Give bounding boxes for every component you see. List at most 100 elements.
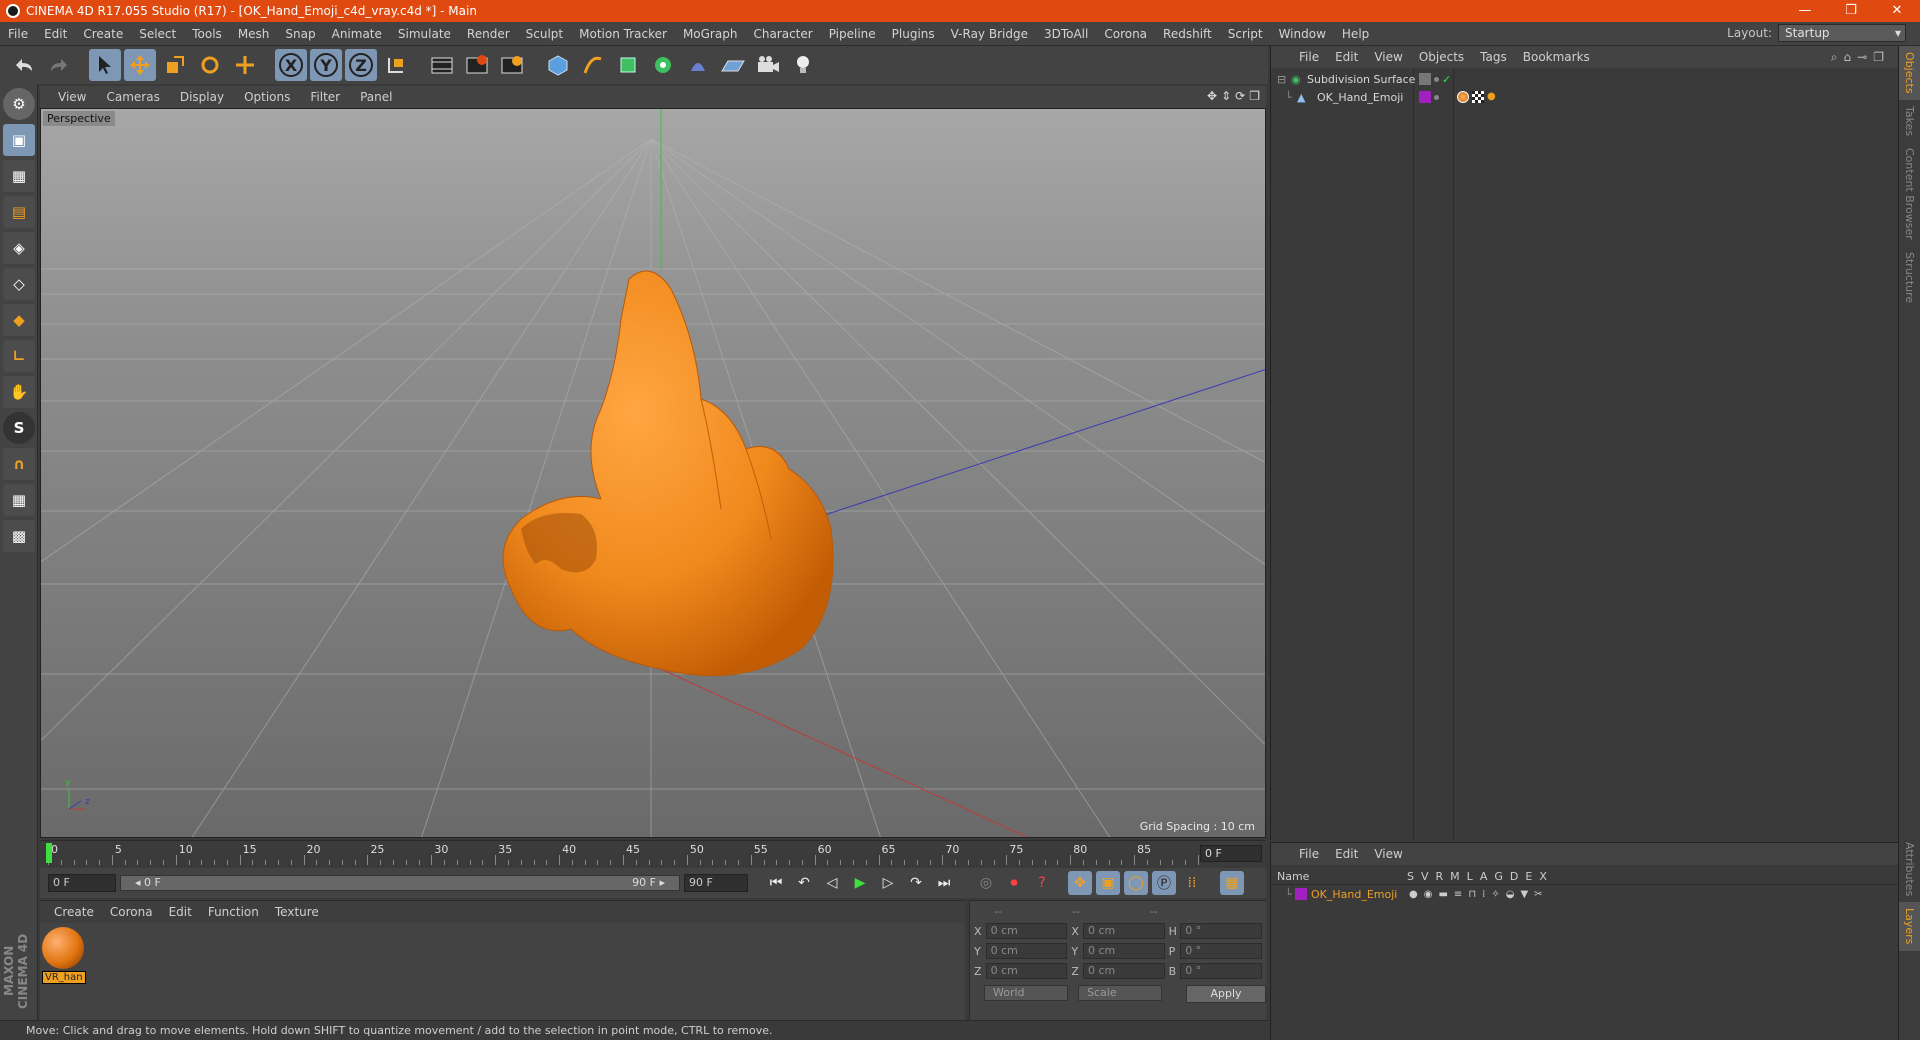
manager-icon[interactable]: ≡: [1454, 889, 1462, 900]
menu-window[interactable]: Window: [1271, 27, 1334, 41]
points-mode-icon[interactable]: ◈: [3, 232, 35, 264]
object-row-ok-hand-emoji[interactable]: └ ▲ OK_Hand_Emoji ●: [1271, 88, 1898, 106]
menu-create[interactable]: Create: [75, 27, 131, 41]
play-backwards-icon[interactable]: ◁: [820, 871, 844, 895]
rotate-tool[interactable]: [194, 49, 226, 81]
objects-menu-bookmarks[interactable]: Bookmarks: [1515, 50, 1598, 64]
material-tag-icon[interactable]: [1457, 91, 1469, 103]
tab-structure[interactable]: Structure: [1899, 246, 1920, 309]
render-settings-icon[interactable]: [496, 49, 528, 81]
polygons-mode-icon[interactable]: ◆: [3, 304, 35, 336]
menu-select[interactable]: Select: [131, 27, 184, 41]
render-clapper-icon[interactable]: ▬: [1438, 889, 1447, 900]
tweak-mode-icon[interactable]: ✋: [3, 376, 35, 408]
material-menu-edit[interactable]: Edit: [161, 905, 200, 919]
camera-icon[interactable]: [752, 49, 784, 81]
menu-redshift[interactable]: Redshift: [1155, 27, 1220, 41]
record-disabled-icon[interactable]: ◎: [974, 871, 998, 895]
object-name[interactable]: OK_Hand_Emoji: [1317, 91, 1403, 104]
model-mode-icon[interactable]: ▣: [3, 124, 35, 156]
uvw-tag-icon[interactable]: [1472, 91, 1484, 103]
scale-mode-select[interactable]: Scale: [1078, 985, 1162, 1001]
layer-flag-solo[interactable]: S: [1407, 870, 1414, 883]
layer-flag-locked[interactable]: L: [1467, 870, 1473, 883]
key-parameter-icon[interactable]: Ⓟ: [1152, 871, 1176, 895]
lock-icon[interactable]: ⊓: [1468, 889, 1476, 900]
ok-hand-model[interactable]: [502, 270, 834, 677]
key-point-level-icon[interactable]: ⁞⁞: [1180, 871, 1204, 895]
expression-icon[interactable]: ▼: [1520, 889, 1528, 900]
visible-eye-icon[interactable]: ◉: [1424, 889, 1433, 900]
solo-dot-icon[interactable]: ●: [1409, 889, 1418, 900]
viewport-menu-cameras[interactable]: Cameras: [96, 90, 169, 104]
object-row-subdivision-surface[interactable]: ⊟ ◉ Subdivision Surface ✓: [1271, 70, 1898, 88]
maximize-view-icon[interactable]: ❐: [1249, 89, 1260, 103]
menu-corona[interactable]: Corona: [1096, 27, 1155, 41]
go-to-previous-key-icon[interactable]: ↶: [792, 871, 816, 895]
menu-help[interactable]: Help: [1334, 27, 1377, 41]
material-menu-create[interactable]: Create: [46, 905, 102, 919]
timeline-ruler[interactable]: 051015202530354045505560657075808590 0 F: [40, 840, 1266, 866]
frame-range-slider[interactable]: ◂ 0 F 90 F ▸: [120, 875, 680, 891]
viewport-menu-view[interactable]: View: [48, 90, 96, 104]
size-z-field[interactable]: 0 cm: [1082, 963, 1165, 979]
world-mode-select[interactable]: World: [984, 985, 1068, 1001]
end-frame-field[interactable]: 90 F: [684, 874, 748, 892]
material-menu-function[interactable]: Function: [200, 905, 267, 919]
menu-edit[interactable]: Edit: [36, 27, 75, 41]
undo-button[interactable]: [8, 49, 40, 81]
object-name[interactable]: Subdivision Surface: [1307, 73, 1415, 86]
position-z-field[interactable]: 0 cm: [985, 963, 1068, 979]
viewport-menu-panel[interactable]: Panel: [350, 90, 402, 104]
vray-tag-icon[interactable]: ●: [1487, 91, 1496, 103]
make-editable-icon[interactable]: ⚙: [3, 88, 35, 120]
editor-visibility-dot[interactable]: [1434, 94, 1439, 100]
floor-icon[interactable]: [717, 49, 749, 81]
y-axis-lock[interactable]: Y: [310, 49, 342, 81]
pin-icon[interactable]: ⊸: [1857, 50, 1867, 65]
axis-mode-icon[interactable]: ∟: [3, 340, 35, 372]
menu-plugins[interactable]: Plugins: [884, 27, 943, 41]
planar-workplane-icon[interactable]: ▩: [3, 520, 35, 552]
snap-magnet-icon[interactable]: ∩: [3, 448, 35, 480]
render-to-picture-viewer-icon[interactable]: [461, 49, 493, 81]
tab-content-browser[interactable]: Content Browser: [1899, 142, 1920, 246]
menu-mograph[interactable]: MoGraph: [675, 27, 746, 41]
object-visibility[interactable]: ✓: [1419, 73, 1451, 86]
menu-render[interactable]: Render: [459, 27, 518, 41]
redo-button[interactable]: [43, 49, 75, 81]
layer-flag-xref[interactable]: X: [1539, 870, 1547, 883]
layers-menu-file[interactable]: File: [1291, 847, 1327, 861]
texture-mode-icon[interactable]: ▦: [3, 160, 35, 192]
pan-icon[interactable]: ✥: [1207, 89, 1217, 103]
go-to-end-icon[interactable]: ⏭: [932, 871, 956, 895]
go-to-next-frame-icon[interactable]: ▷: [876, 871, 900, 895]
record-active-objects-icon[interactable]: ⏺: [1002, 871, 1026, 895]
select-arrow-tool[interactable]: [89, 49, 121, 81]
menu-mesh[interactable]: Mesh: [230, 27, 278, 41]
position-x-field[interactable]: 0 cm: [985, 923, 1068, 939]
locked-workplane-icon[interactable]: ▦: [3, 484, 35, 516]
rotation-h-field[interactable]: 0 °: [1180, 923, 1262, 939]
size-y-field[interactable]: 0 cm: [1082, 943, 1165, 959]
coordinate-system-icon[interactable]: [380, 49, 412, 81]
tab-takes[interactable]: Takes: [1899, 100, 1920, 142]
menu-motion-tracker[interactable]: Motion Tracker: [571, 27, 675, 41]
animation-icon[interactable]: ⁞: [1482, 889, 1485, 900]
layer-color-swatch[interactable]: [1295, 888, 1307, 900]
viewport-menu-options[interactable]: Options: [234, 90, 300, 104]
restore-button[interactable]: ❐: [1828, 0, 1874, 22]
autokeying-icon[interactable]: ?: [1030, 871, 1054, 895]
subdivision-surface-icon[interactable]: [612, 49, 644, 81]
editor-visibility-dot[interactable]: [1434, 76, 1439, 82]
menu-simulate[interactable]: Simulate: [390, 27, 459, 41]
rotation-p-field[interactable]: 0 °: [1180, 943, 1262, 959]
objects-menu-edit[interactable]: Edit: [1327, 50, 1366, 64]
pen-spline-icon[interactable]: [577, 49, 609, 81]
viewport-menu-display[interactable]: Display: [170, 90, 234, 104]
objects-menu-objects[interactable]: Objects: [1411, 50, 1472, 64]
material-swatch[interactable]: VR_han: [42, 927, 86, 987]
generator-icon[interactable]: ✧: [1491, 889, 1499, 900]
menu-3dtoall[interactable]: 3DToAll: [1036, 27, 1096, 41]
live-selection-tool[interactable]: [229, 49, 261, 81]
